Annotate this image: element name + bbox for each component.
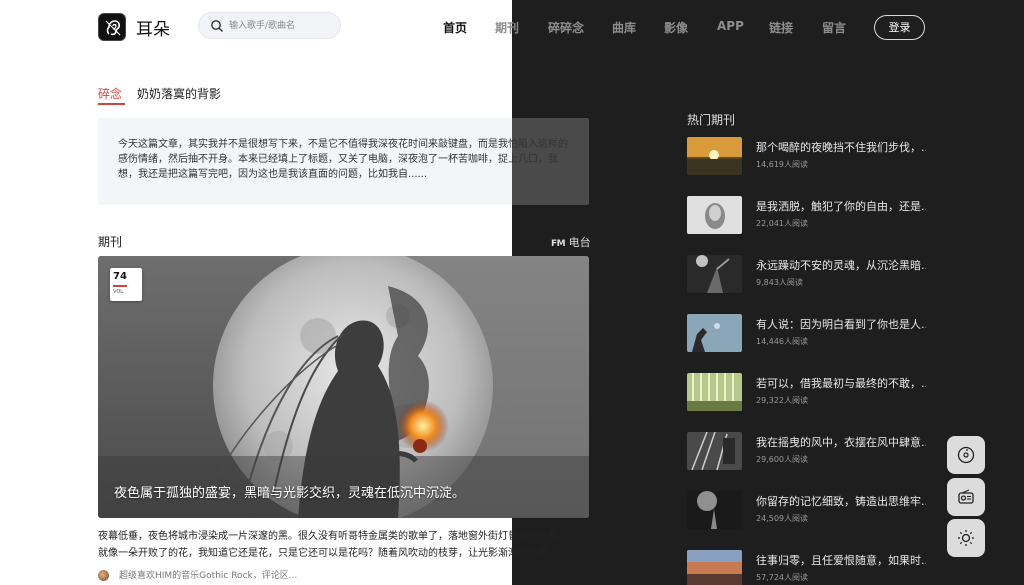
hot-journal-item[interactable]: 若可以，借我最初与最终的不敢，... 29,322人阅读 xyxy=(687,373,927,413)
radio-button[interactable] xyxy=(947,478,985,516)
search-box[interactable] xyxy=(198,12,341,39)
summary-line-1: 夜幕低垂，夜色将城市浸染成一片深邃的黑。很久没有听哥特金属类的歌单了，落地窗外街… xyxy=(98,531,568,542)
music-disc-icon xyxy=(957,446,975,464)
hot-journal-title[interactable]: 永远躁动不安的灵魂，从沉沦黑暗... xyxy=(756,257,926,273)
hot-journal-title[interactable]: 若可以，借我最初与最终的不敢，... xyxy=(756,375,926,391)
nav-journal[interactable]: 期刊 xyxy=(495,19,519,36)
moon-girl-illustration xyxy=(98,256,589,518)
comment-text: 超级喜欢HIM的音乐Gothic Rock，评论区... xyxy=(119,571,298,581)
essay-excerpt-card[interactable]: 今天这篇文章，其实我并不是很想写下来，不是它不值得我深夜花时间来敲键盘，而是我怕… xyxy=(98,118,589,205)
hot-journal-reads: 9,843人阅读 xyxy=(756,278,803,287)
journal-heading: 期刊 xyxy=(98,235,123,249)
hot-journal-title[interactable]: 我在摇曳的风中，衣摆在风中肆意... xyxy=(756,434,926,450)
hot-journal-thumbnail[interactable] xyxy=(687,491,742,529)
summary-line-2: 就像一朵开败了的花，我知道它还是花，只是它还可以是花吗？随着风吹动的枝芽，让光影… xyxy=(98,548,568,559)
hot-journals-heading: 热门期刊 xyxy=(687,113,736,127)
top-header: 耳朵 首页 期刊 碎碎念 曲库 影像 APP 链接 留言 登录 xyxy=(0,0,1024,56)
journal-summary[interactable]: 夜幕低垂，夜色将城市浸染成一片深邃的黑。很久没有听哥特金属类的歌单了，落地窗外街… xyxy=(98,528,589,562)
hot-journal-thumbnail[interactable] xyxy=(687,255,742,293)
hot-journal-thumbnail[interactable] xyxy=(687,550,742,585)
hot-journal-reads: 57,724人阅读 xyxy=(756,573,808,582)
ear-logo-icon[interactable] xyxy=(98,13,126,41)
essay-tag[interactable]: 碎念 xyxy=(98,85,122,102)
hot-journal-title[interactable]: 你留存的记忆细致，铸造出思维牢... xyxy=(756,493,926,509)
hot-journal-item[interactable]: 往事归零，且任爱恨随意，如果时... 57,724人阅读 xyxy=(687,550,927,585)
hot-journal-reads: 22,041人阅读 xyxy=(756,219,808,228)
hot-journal-title[interactable]: 是我洒脱，触犯了你的自由，还是... xyxy=(756,198,926,214)
radio-icon xyxy=(958,489,974,504)
nav-app[interactable]: APP xyxy=(717,19,744,33)
nav-messages[interactable]: 留言 xyxy=(822,19,846,36)
fm-icon: FM xyxy=(551,239,566,249)
music-player-button[interactable] xyxy=(947,436,985,474)
search-input[interactable] xyxy=(229,17,334,35)
journal-cover-image[interactable]: 74 VOL. 夜色属于孤独的盛宴，黑暗与光影交织，灵魂在低沉中沉淀。 xyxy=(98,256,589,518)
hot-journal-reads: 14,446人阅读 xyxy=(756,337,808,346)
theme-toggle-button[interactable] xyxy=(947,519,985,557)
tag-underline xyxy=(98,103,125,105)
volume-label: VOL. xyxy=(113,289,125,295)
essay-title[interactable]: 奶奶落寞的背影 xyxy=(137,85,221,102)
logo-text[interactable]: 耳朵 xyxy=(136,15,170,40)
fm-radio-label: 电台 xyxy=(568,236,591,249)
essay-excerpt: 今天这篇文章，其实我并不是很想写下来，不是它不值得我深夜花时间来敲键盘，而是我怕… xyxy=(118,139,568,180)
volume-badge: 74 VOL. xyxy=(110,268,142,301)
sun-theme-icon xyxy=(958,530,974,546)
nav-home[interactable]: 首页 xyxy=(443,19,467,36)
hot-journal-thumbnail[interactable] xyxy=(687,432,742,470)
hot-journal-item[interactable]: 我在摇曳的风中，衣摆在风中肆意... 29,600人阅读 xyxy=(687,432,927,472)
hot-journal-item[interactable]: 永远躁动不安的灵魂，从沉沦黑暗... 9,843人阅读 xyxy=(687,255,927,295)
search-icon[interactable] xyxy=(210,19,224,33)
hot-journal-thumbnail[interactable] xyxy=(687,137,742,175)
hot-journal-item[interactable]: 是我洒脱，触犯了你的自由，还是... 22,041人阅读 xyxy=(687,196,927,236)
volume-number: 74 xyxy=(113,271,127,282)
nav-murmurs[interactable]: 碎碎念 xyxy=(548,19,584,36)
nav-video[interactable]: 影像 xyxy=(664,19,688,36)
hot-journal-item[interactable]: 你留存的记忆细致，铸造出思维牢... 24,509人阅读 xyxy=(687,491,927,531)
login-button[interactable]: 登录 xyxy=(874,15,925,40)
fm-radio-link[interactable]: FM 电台 xyxy=(551,234,591,250)
hot-journal-item[interactable]: 有人说：因为明白看到了你也是人... 14,446人阅读 xyxy=(687,314,927,354)
hot-journal-thumbnail[interactable] xyxy=(687,196,742,234)
hot-journal-reads: 29,322人阅读 xyxy=(756,396,808,405)
hot-journal-item[interactable]: 那个喝醉的夜晚挡不住我们步伐，... 14,619人阅读 xyxy=(687,137,927,177)
nav-links[interactable]: 链接 xyxy=(769,19,793,36)
comment-preview[interactable]: 超级喜欢HIM的音乐Gothic Rock，评论区... xyxy=(98,568,297,581)
hot-journal-reads: 24,509人阅读 xyxy=(756,514,808,523)
cover-caption: 夜色属于孤独的盛宴，黑暗与光影交织，灵魂在低沉中沉淀。 xyxy=(114,486,466,501)
volume-divider xyxy=(113,285,127,287)
hot-journal-thumbnail[interactable] xyxy=(687,373,742,411)
commenter-avatar[interactable] xyxy=(98,570,109,581)
hot-journal-title[interactable]: 有人说：因为明白看到了你也是人... xyxy=(756,316,926,332)
hot-journal-title[interactable]: 往事归零，且任爱恨随意，如果时... xyxy=(756,552,926,568)
hot-journal-reads: 14,619人阅读 xyxy=(756,160,808,169)
hot-journal-title[interactable]: 那个喝醉的夜晚挡不住我们步伐，... xyxy=(756,139,926,155)
nav-library[interactable]: 曲库 xyxy=(612,19,636,36)
hot-journal-reads: 29,600人阅读 xyxy=(756,455,808,464)
hot-journal-thumbnail[interactable] xyxy=(687,314,742,352)
